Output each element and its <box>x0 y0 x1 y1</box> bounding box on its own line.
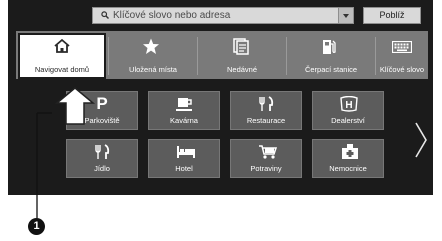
callout-number: 1 <box>28 218 45 235</box>
highlight-arrow-icon <box>54 87 96 125</box>
callout-leader-line <box>36 87 96 218</box>
